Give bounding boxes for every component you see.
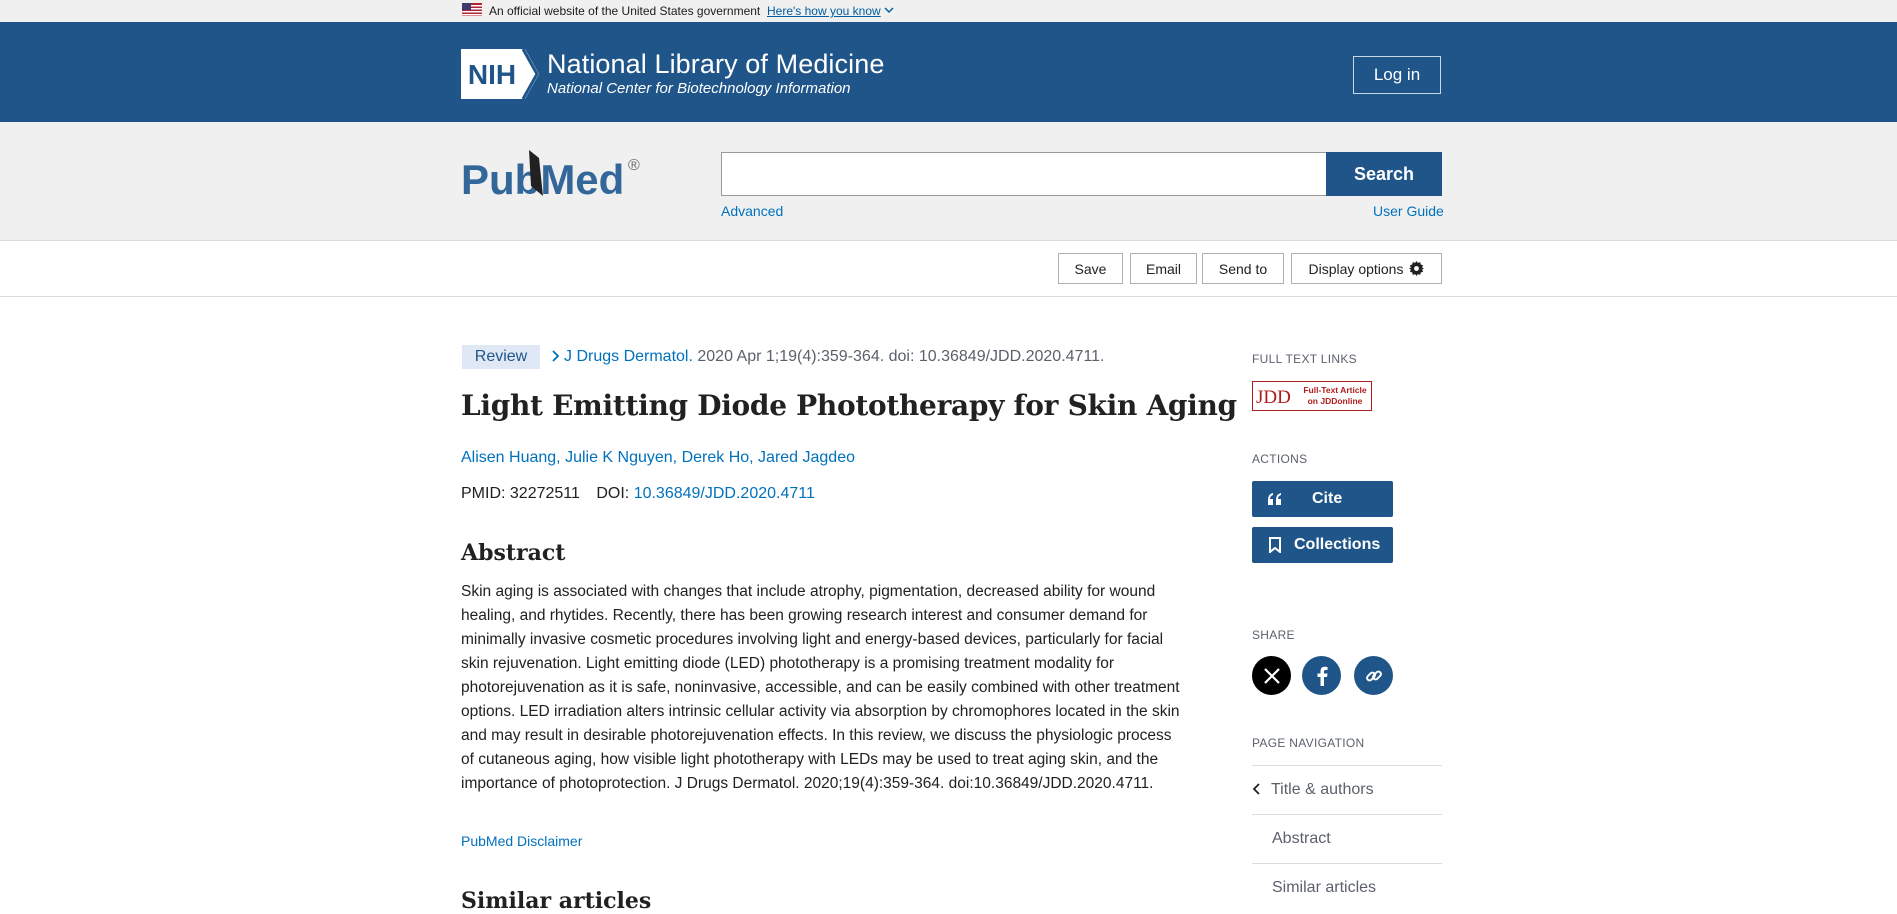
nav-item-title-authors[interactable]: Title & authors (1252, 781, 1374, 799)
abstract-heading: Abstract (461, 540, 566, 566)
cite-label: Cite (1312, 490, 1343, 507)
journal-link[interactable]: J Drugs Dermatol. (564, 348, 693, 365)
chevron-left-icon (1252, 783, 1260, 795)
save-button[interactable]: Save (1058, 253, 1123, 284)
share-permalink-button[interactable] (1354, 656, 1393, 695)
nih-logo[interactable]: NIH (461, 49, 539, 99)
email-button[interactable]: Email (1130, 253, 1197, 284)
page-navigation-heading: PAGE NAVIGATION (1252, 736, 1365, 750)
jdd-logo-caption-1: Full-Text Article (1303, 385, 1367, 395)
gov-banner: An official website of the United States… (0, 0, 1897, 22)
article-type-badge: Review (462, 345, 540, 369)
doi-link[interactable]: 10.36849/JDD.2020.4711 (634, 485, 815, 502)
article-identifiers: PMID: 32272511 DOI: 10.36849/JDD.2020.47… (461, 485, 815, 503)
nlm-title[interactable]: National Library of Medicine (547, 49, 884, 80)
citation-line: J Drugs Dermatol. 2020 Apr 1;19(4):359-3… (551, 348, 1104, 366)
collections-label: Collections (1294, 536, 1381, 553)
heres-how-you-know-link[interactable]: Here's how you know (767, 4, 881, 18)
nav-item-label: Title & authors (1271, 781, 1374, 798)
bookmark-icon (1266, 536, 1284, 554)
abstract-text: Skin aging is associated with changes th… (461, 583, 1180, 792)
jdd-full-text-link[interactable]: JDD Full-Text Article on JDDonline (1252, 381, 1372, 411)
gov-banner-text: An official website of the United States… (489, 4, 761, 18)
pubmed-logo-text: PubMed (461, 156, 624, 203)
nav-divider (1252, 814, 1442, 815)
citation-details: 2020 Apr 1;19(4):359-364. doi: 10.36849/… (692, 348, 1105, 365)
nih-logo-text: NIH (468, 59, 516, 90)
pubmed-disclaimer-link[interactable]: PubMed Disclaimer (461, 833, 582, 849)
jdd-logo-caption-2: on JDDonline (1308, 396, 1363, 406)
gear-icon (1409, 261, 1425, 276)
actions-heading: ACTIONS (1252, 452, 1308, 466)
cite-button[interactable]: Cite (1252, 481, 1393, 517)
pubmed-logo[interactable]: PubMed ® (461, 146, 646, 210)
chevron-down-icon[interactable] (884, 5, 894, 15)
similar-articles-heading: Similar articles (461, 888, 652, 914)
article-title: Light Emitting Diode Phototherapy for Sk… (461, 389, 1237, 422)
link-icon (1365, 670, 1382, 681)
action-bar (0, 241, 1897, 297)
display-options-label: Display options (1308, 260, 1404, 277)
search-button[interactable]: Search (1326, 152, 1442, 196)
full-text-links-heading: FULL TEXT LINKS (1252, 352, 1357, 366)
send-to-button[interactable]: Send to (1202, 253, 1284, 284)
user-guide-link[interactable]: User Guide (1373, 203, 1444, 219)
nav-item-similar-articles[interactable]: Similar articles (1272, 879, 1376, 897)
doi-label: DOI: (596, 485, 634, 502)
x-logo-icon (1263, 667, 1280, 684)
display-options-button[interactable]: Display options (1291, 253, 1442, 284)
login-button[interactable]: Log in (1353, 56, 1441, 94)
svg-text:®: ® (628, 157, 640, 174)
nav-divider (1252, 863, 1442, 864)
nlm-subtitle: National Center for Biotechnology Inform… (547, 80, 851, 97)
share-x-button[interactable] (1252, 656, 1291, 695)
facebook-icon (1317, 666, 1327, 686)
pmid: PMID: 32272511 (461, 485, 580, 502)
share-facebook-button[interactable] (1302, 656, 1341, 695)
nav-divider (1252, 765, 1442, 766)
advanced-search-link[interactable]: Advanced (721, 203, 783, 219)
share-heading: SHARE (1252, 628, 1295, 642)
nih-header (0, 22, 1897, 122)
jdd-logo-text: JDD (1256, 387, 1291, 408)
collections-button[interactable]: Collections (1252, 527, 1393, 563)
nav-item-abstract[interactable]: Abstract (1272, 830, 1331, 848)
authors-list[interactable]: Alisen Huang, Julie K Nguyen, Derek Ho, … (461, 449, 855, 467)
search-input[interactable] (721, 152, 1328, 196)
quote-icon (1266, 490, 1284, 508)
us-flag-icon (462, 3, 482, 16)
chevron-right-icon[interactable] (551, 350, 560, 362)
